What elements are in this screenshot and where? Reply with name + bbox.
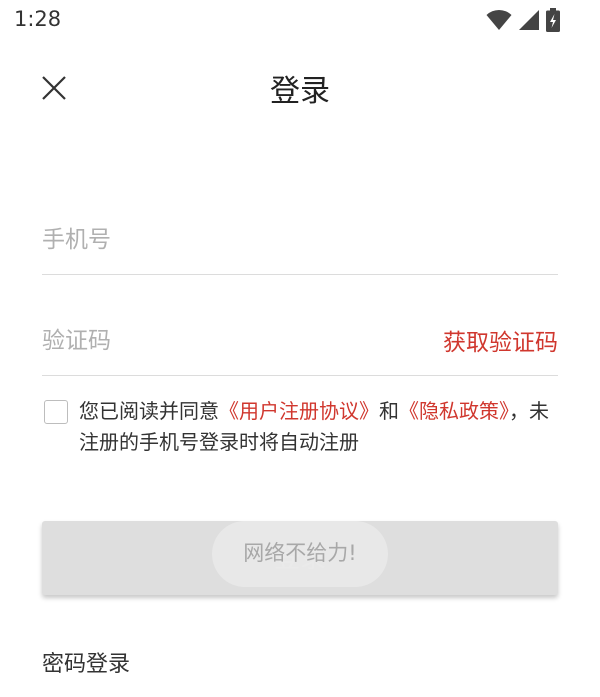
agreement-and: 和: [379, 399, 399, 423]
privacy-policy-link[interactable]: 《隐私政策》: [399, 399, 509, 423]
agreement-checkbox[interactable]: [44, 400, 68, 424]
user-agreement-link[interactable]: 《用户注册协议》: [219, 399, 379, 423]
signal-icon: [519, 10, 539, 30]
verification-code-input[interactable]: [42, 321, 402, 361]
wifi-icon: [486, 9, 512, 30]
network-error-toast: 网络不给力!: [212, 521, 388, 587]
password-login-link[interactable]: 密码登录: [42, 646, 130, 678]
get-code-button[interactable]: 获取验证码: [443, 323, 558, 357]
code-field: 获取验证码: [42, 311, 558, 376]
phone-input[interactable]: [42, 220, 402, 260]
status-bar: 1:28: [0, 0, 600, 40]
agreement-prefix: 您已阅读并同意: [79, 399, 219, 423]
battery-charging-icon: [546, 8, 560, 32]
status-icons: [486, 8, 560, 32]
phone-field: [42, 210, 558, 275]
agreement-text: 您已阅读并同意《用户注册协议》和《隐私政策》，未注册的手机号登录时将自动注册: [79, 396, 554, 458]
page-title: 登录: [270, 74, 330, 109]
status-time: 1:28: [14, 7, 62, 31]
